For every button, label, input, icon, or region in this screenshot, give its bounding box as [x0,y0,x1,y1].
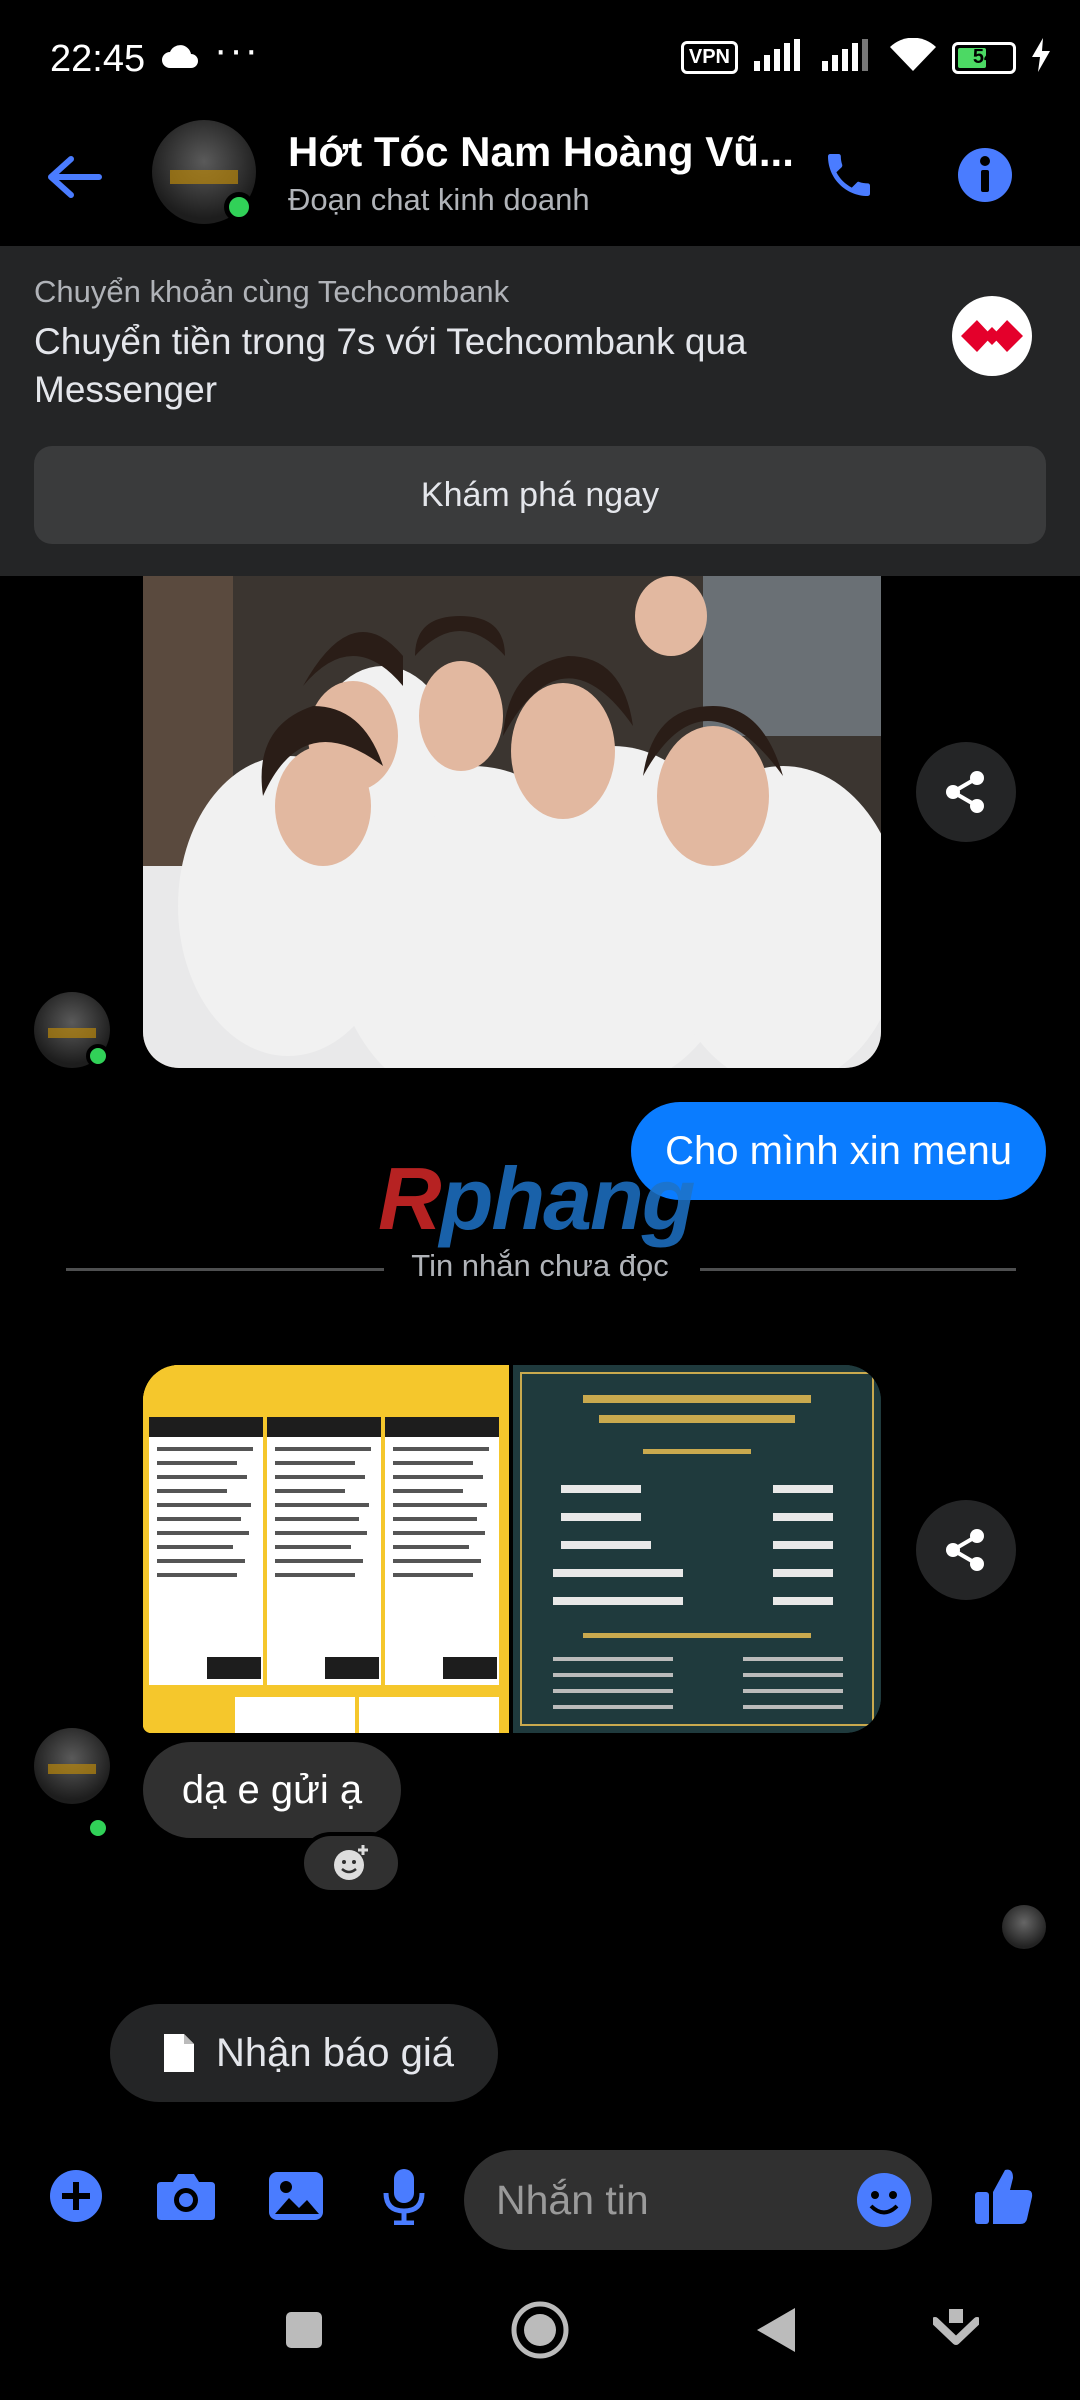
avatar-logo-mark [48,1764,96,1774]
phone-icon [828,154,870,196]
image-icon [269,2172,323,2220]
unread-divider-label: Tin nhắn chưa đọc [391,1248,689,1283]
get-quote-chip[interactable]: Nhận báo giá [110,2004,498,2102]
avatar-logo-mark [170,170,238,184]
contact-name[interactable]: Hớt Tóc Nam Hoàng Vũ... [288,128,794,176]
document-icon [164,2034,194,2072]
more-notifications-icon: ··· [214,28,260,72]
hide-nav-button[interactable] [916,2290,996,2370]
status-icons: VPN 54 [680,37,1050,77]
get-quote-label: Nhận báo giá [216,2030,454,2075]
menu-image-royal-shampoo[interactable] [513,1365,881,1733]
menu-image-salon-services[interactable] [143,1365,509,1733]
message-composer [0,2140,1080,2260]
voice-message-button[interactable] [366,2158,442,2234]
info-button[interactable] [950,140,1020,210]
battery-percent: 54 [972,46,996,68]
plus-circle-icon [50,2170,102,2222]
wifi-icon [890,37,936,77]
back-nav-button[interactable] [736,2290,816,2370]
salon-menu-graphic [143,1365,509,1733]
unread-divider: Tin nhắn chưa đọc [0,1248,1080,1284]
info-icon [958,148,1012,202]
home-button[interactable] [500,2290,580,2370]
microphone-icon [383,2169,425,2225]
watermark-part-2: phang [439,1149,696,1248]
back-arrow-icon [48,156,102,198]
shampoo-menu-graphic [513,1365,881,1733]
status-time: 22:45 [50,38,146,80]
avatar-logo-mark [48,1028,96,1038]
square-icon [286,2312,322,2348]
more-actions-button[interactable] [38,2158,114,2234]
sender-avatar[interactable] [34,1728,110,1804]
chevron-down-icon [933,2309,979,2345]
camera-icon [157,2174,215,2220]
share-icon [946,1529,984,1571]
staff-group-photo [143,576,881,1068]
vpn-badge: VPN [680,41,738,74]
techcombank-logo-icon [952,296,1032,376]
voice-call-button[interactable] [814,140,884,210]
cloud-icon [160,44,200,75]
watermark-part-1: R [378,1149,442,1248]
thumbs-up-icon [975,2169,1033,2224]
camera-button[interactable] [148,2158,224,2234]
sender-online-dot [86,1044,110,1068]
sender-online-dot [86,1816,110,1840]
message-input-wrapper [464,2150,932,2250]
status-bar: 22:45 ··· VPN 54 [0,0,1080,120]
techcombank-promo-banner: Chuyển khoản cùng Techcombank Chuyển tiề… [0,246,1080,576]
signal-icon-2 [822,39,874,76]
recents-button[interactable] [264,2290,344,2370]
battery-icon: 54 [952,41,1016,74]
promo-kicker: Chuyển khoản cùng Techcombank [34,274,510,309]
chat-header: Hớt Tóc Nam Hoàng Vũ... Đoạn chat kinh d… [0,120,1080,246]
like-button[interactable] [966,2158,1042,2234]
signal-icon [754,39,806,76]
share-icon [946,771,984,813]
system-nav-bar [0,2260,1080,2400]
gallery-button[interactable] [258,2158,334,2234]
message-input[interactable] [496,2150,826,2250]
promo-title: Chuyển tiền trong 7s với Techcombank qua… [34,321,747,410]
watermark-logo: Rphang [378,1148,696,1250]
triangle-back-icon [757,2308,795,2352]
seen-receipt-avatar [1002,1905,1046,1949]
incoming-message[interactable]: dạ e gửi ạ [143,1742,401,1838]
emoji-button[interactable] [854,2170,914,2230]
charging-icon [1032,38,1050,77]
home-circle-icon [511,2301,569,2359]
chat-type-label: Đoạn chat kinh doanh [288,182,590,217]
online-status-dot [224,192,254,222]
back-button[interactable] [40,142,110,212]
smiley-icon [857,2173,911,2227]
explore-now-button[interactable]: Khám phá ngay [34,446,1046,544]
photo-message[interactable] [143,576,881,1068]
share-photo-button[interactable] [916,742,1016,842]
share-menu-button[interactable] [916,1500,1016,1600]
emoji-add-icon [334,1845,368,1880]
add-reaction-button[interactable] [300,1832,402,1894]
